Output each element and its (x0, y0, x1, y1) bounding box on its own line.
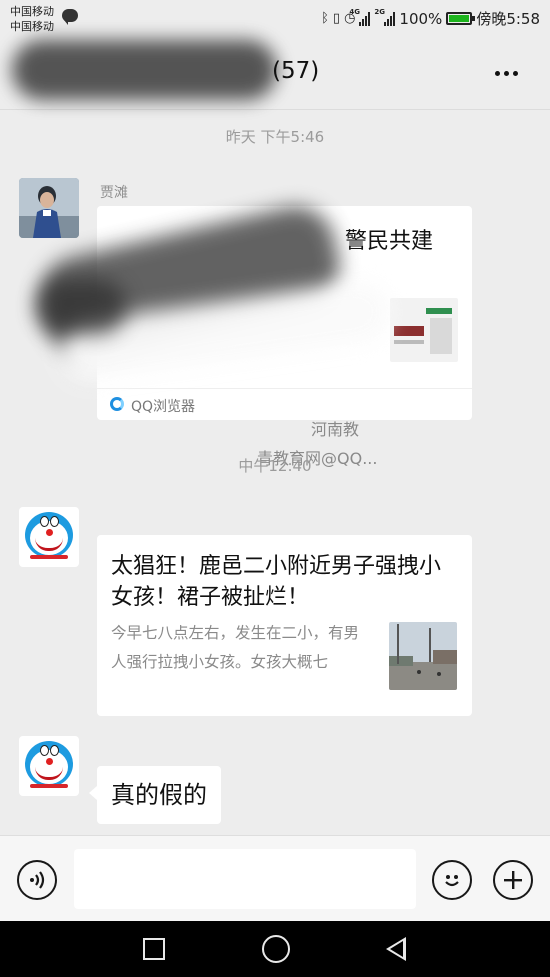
signal-2-icon: 2G (374, 8, 396, 26)
avatar-doraemon-1[interactable] (19, 507, 79, 567)
battery-percent: 100% (399, 9, 443, 28)
timestamp-1: 昨天 下午5:46 (225, 128, 325, 146)
link-card-2-thumbnail (389, 622, 457, 690)
signal-1-icon: 4G (349, 8, 371, 26)
doraemon-avatar-image (19, 736, 79, 796)
timestamp-2: 中午12:40 (238, 457, 312, 475)
carrier-labels: 中国移动 中国移动 (10, 4, 54, 34)
voice-input-button[interactable] (17, 860, 57, 900)
voice-icon (30, 871, 45, 889)
message-input[interactable] (74, 849, 416, 909)
link-card-2-desc: 今早七八点左右，发生在二小，有男人强行拉拽小女孩。女孩大概七 (111, 624, 360, 671)
clock: 傍晚5:58 (476, 10, 540, 28)
avatar-police[interactable] (19, 178, 79, 238)
text-message-1[interactable]: 真的假的 (89, 766, 221, 824)
link-card-1-thumbnail (390, 298, 458, 362)
emoji-button[interactable] (432, 860, 472, 900)
system-nav-bar (0, 921, 550, 977)
member-count: (57) (272, 58, 320, 84)
plus-icon (504, 871, 522, 889)
doraemon-avatar-image (19, 507, 79, 567)
status-bar: 中国移动 中国移动 ᛒ ▯ ◷ 4G 2G 100% 傍晚5:58 (0, 0, 550, 38)
police-avatar-image (19, 178, 79, 238)
message-notification-icon (62, 9, 78, 25)
link-card-1-title: 警民共建 (345, 229, 434, 254)
link-card-1-footer: QQ浏览器 (97, 388, 472, 420)
more-dots-icon (494, 70, 500, 76)
more-options-button[interactable] (488, 60, 524, 86)
recent-apps-button[interactable] (143, 938, 165, 960)
sender-name-1: 贾滩 (100, 185, 128, 201)
link-card-1-desc-1: 河南教 (311, 420, 360, 439)
bluetooth-icon: ᛒ (321, 11, 329, 26)
back-button[interactable] (386, 937, 406, 961)
redaction-mark-3 (36, 279, 126, 334)
battery-icon (446, 12, 476, 25)
qq-browser-icon (110, 397, 124, 411)
link-card-2[interactable]: 太猖狂！鹿邑二小附近男子强拽小女孩！裙子被扯烂！ 今早七八点左右，发生在二小，有… (97, 535, 472, 716)
input-bar (0, 835, 550, 921)
redacted-group-title (12, 40, 277, 100)
chat-header: (57) (0, 38, 550, 110)
carrier-2: 中国移动 (10, 20, 54, 33)
plus-button[interactable] (493, 860, 533, 900)
carrier-1: 中国移动 (10, 5, 54, 18)
link-card-1-source: QQ浏览器 (131, 399, 196, 415)
emoji-icon (445, 875, 459, 887)
status-indicators: ᛒ ▯ ◷ 4G 2G 100% 傍晚5:58 (321, 8, 540, 29)
message-list[interactable]: 昨天 下午5:46 贾滩 警民共建 河南教 青教育网@QQ... QQ浏览器 中… (0, 111, 550, 835)
link-card-2-title: 太猖狂！鹿邑二小附近男子强拽小女孩！裙子被扯烂！ (111, 554, 442, 610)
avatar-doraemon-2[interactable] (19, 736, 79, 796)
home-button[interactable] (262, 935, 290, 963)
vibrate-icon: ▯ (332, 11, 341, 26)
